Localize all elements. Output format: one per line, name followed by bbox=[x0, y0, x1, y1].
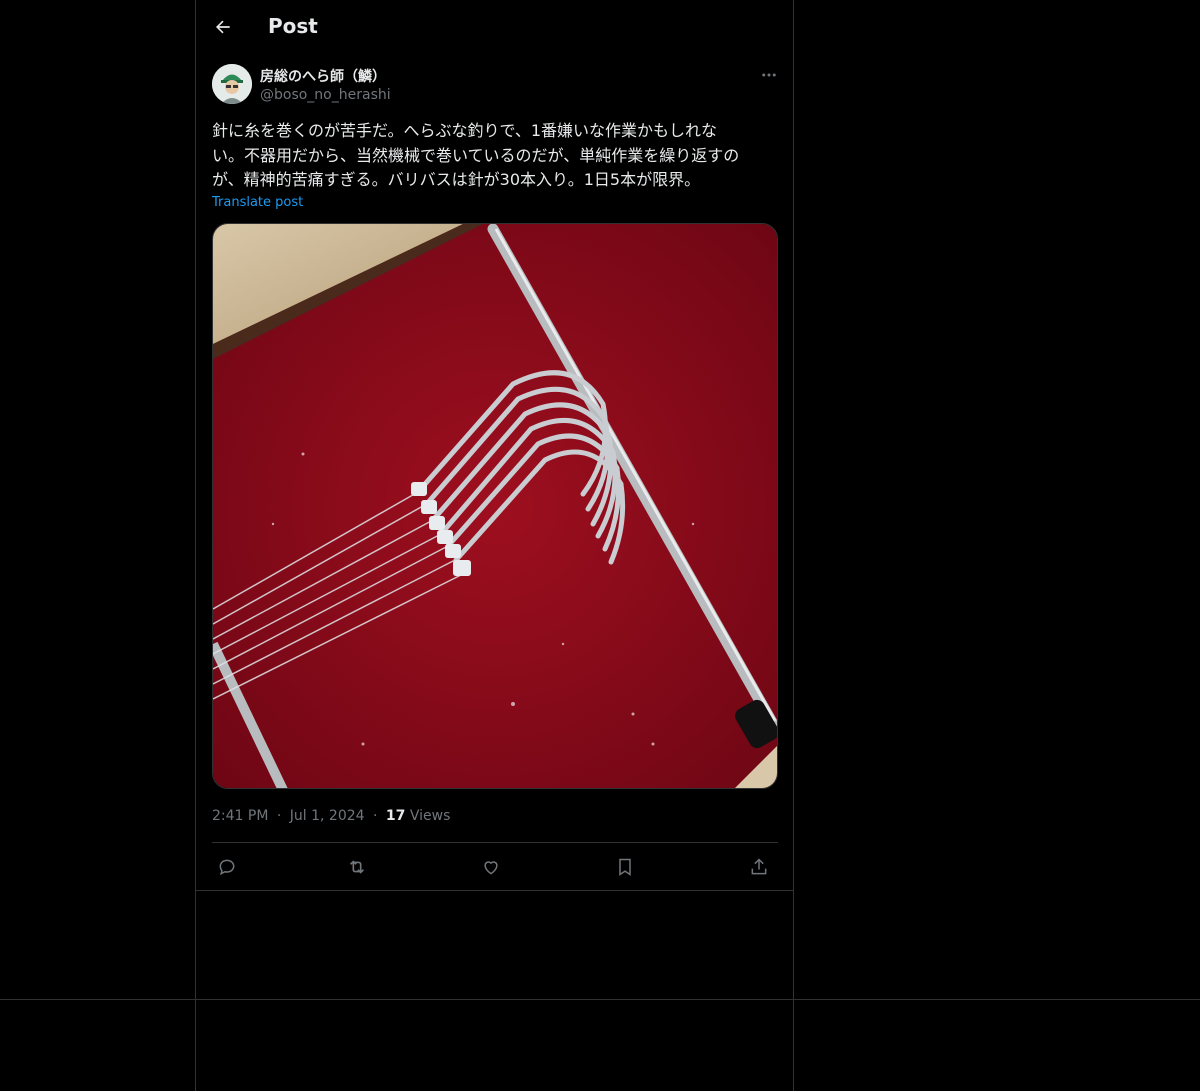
share-button[interactable] bbox=[746, 854, 772, 880]
actions-divider bbox=[212, 842, 778, 843]
page-header: Post bbox=[196, 0, 793, 53]
author-handle[interactable]: @boso_no_herashi bbox=[260, 87, 391, 103]
views-label: Views bbox=[409, 808, 451, 824]
action-bar bbox=[212, 852, 778, 882]
heart-icon bbox=[484, 861, 498, 875]
page-title: Post bbox=[268, 14, 318, 38]
avatar[interactable] bbox=[212, 64, 252, 104]
reply-button[interactable] bbox=[214, 854, 240, 880]
author-name[interactable]: 房総のへら師（鱗） bbox=[260, 66, 386, 86]
post-date[interactable]: Jul 1, 2024 bbox=[290, 808, 365, 824]
avatar-image bbox=[212, 64, 252, 104]
reply-icon bbox=[219, 859, 235, 876]
more-button[interactable] bbox=[758, 64, 780, 86]
post-photo[interactable] bbox=[212, 223, 778, 789]
post-bottom-divider bbox=[196, 890, 793, 891]
retweet-icon bbox=[349, 860, 365, 874]
bookmark-icon bbox=[619, 858, 631, 876]
meta-separator: · bbox=[276, 808, 282, 824]
like-button[interactable] bbox=[478, 854, 504, 880]
post-time[interactable]: 2:41 PM bbox=[212, 808, 268, 824]
bookmark-button[interactable] bbox=[612, 854, 638, 880]
translate-link[interactable]: Translate post bbox=[212, 195, 303, 210]
main-column: Post 房総のへら師（鱗） @boso_no_herashi 針に糸を巻くのが… bbox=[195, 0, 794, 1091]
retweet-button[interactable] bbox=[344, 854, 370, 880]
meta-separator: · bbox=[373, 808, 378, 824]
fishing-hooks-image bbox=[213, 224, 777, 788]
post-text: 針に糸を巻くのが苦手だ。へらぶな釣りで、1番嫌いな作業かもしれな い。不器用だか… bbox=[212, 121, 740, 189]
back-button[interactable] bbox=[208, 12, 238, 42]
share-icon bbox=[751, 858, 767, 875]
arrow-left-icon bbox=[216, 20, 230, 34]
views-count: 17 bbox=[385, 808, 406, 824]
post-meta: 2:41 PM · Jul 1, 2024 · 17 Views bbox=[212, 808, 450, 824]
more-horizontal-icon bbox=[762, 73, 776, 77]
